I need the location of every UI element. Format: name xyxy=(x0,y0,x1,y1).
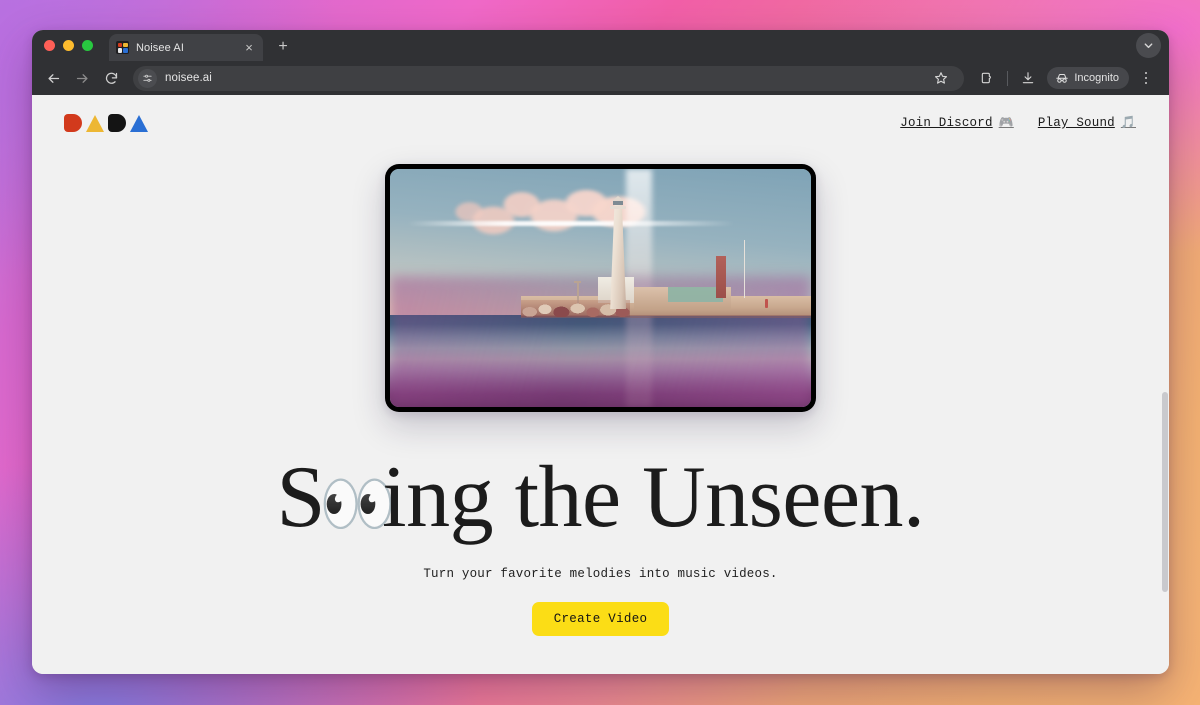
toolbar-divider xyxy=(1007,70,1009,86)
page-scrollbar[interactable] xyxy=(1160,95,1169,674)
music-note-icon: 🎵 xyxy=(1120,116,1136,130)
headline-suffix: ing the Unseen. xyxy=(382,449,925,546)
nav-link-play-sound[interactable]: Play Sound 🎵 xyxy=(1038,116,1136,130)
new-tab-button[interactable]: + xyxy=(274,39,292,55)
logo-shape-red-halfround xyxy=(64,114,82,132)
browser-tab-strip: Noisee AI × + xyxy=(32,30,1169,61)
bookmark-button[interactable] xyxy=(928,65,954,91)
tune-sliders-icon xyxy=(143,74,152,82)
eyes-icon: 👀 xyxy=(318,467,396,540)
discord-icon: 🎮 xyxy=(998,116,1014,130)
extensions-button[interactable] xyxy=(974,65,1000,91)
extensions-icon xyxy=(982,72,992,84)
download-icon xyxy=(1023,72,1034,84)
reload-icon xyxy=(105,72,118,84)
site-header: Join Discord 🎮 Play Sound 🎵 xyxy=(32,95,1169,151)
incognito-indicator[interactable]: Incognito xyxy=(1047,67,1129,89)
nav-link-join-discord-label: Join Discord xyxy=(900,116,993,130)
hero-video-canvas xyxy=(390,169,811,407)
star-icon xyxy=(935,72,948,84)
nav-link-play-sound-label: Play Sound xyxy=(1037,116,1115,130)
back-arrow-icon xyxy=(48,73,60,83)
scene-lighthouse-lamp xyxy=(610,196,627,210)
logo-shape-yellow-triangle xyxy=(86,114,104,132)
browser-tab-noisee-ai[interactable]: Noisee AI × xyxy=(109,34,263,61)
incognito-hat-icon xyxy=(1056,73,1069,83)
window-traffic-lights xyxy=(44,30,109,61)
noisee-favicon-icon xyxy=(116,41,129,54)
browser-window: Noisee AI × + noisee.ai Incognito Join D… xyxy=(32,30,1169,674)
back-button[interactable] xyxy=(40,65,67,92)
forward-arrow-icon xyxy=(76,73,88,83)
scene-mast xyxy=(743,239,746,298)
hero-media-wrapper xyxy=(32,164,1169,412)
headline-prefix: S xyxy=(276,449,325,546)
window-close-button[interactable] xyxy=(44,40,55,51)
tab-close-icon[interactable]: × xyxy=(242,41,256,54)
site-settings-icon[interactable] xyxy=(138,68,157,88)
browser-toolbar: noisee.ai Incognito xyxy=(32,61,1169,95)
downloads-button[interactable] xyxy=(1015,65,1041,91)
cta-wrapper: Create Video xyxy=(32,602,1169,636)
chevron-down-icon xyxy=(1144,43,1153,49)
tab-search-button[interactable] xyxy=(1136,33,1161,58)
tab-title: Noisee AI xyxy=(136,41,184,54)
hero-video-player[interactable] xyxy=(385,164,816,412)
address-bar[interactable]: noisee.ai xyxy=(133,65,965,91)
page-scrollbar-thumb[interactable] xyxy=(1161,392,1168,592)
page-title: S👀ing the Unseen. xyxy=(32,454,1169,542)
lamp-gallery xyxy=(610,206,627,210)
noisee-logo[interactable] xyxy=(64,114,148,132)
window-maximize-button[interactable] xyxy=(82,40,93,51)
incognito-label: Incognito xyxy=(1074,72,1119,84)
page-content: Join Discord 🎮 Play Sound 🎵 S👀ing the Un… xyxy=(32,95,1169,674)
three-dot-menu-icon xyxy=(1144,71,1148,85)
scene-buoy xyxy=(764,299,768,309)
page-subtitle: Turn your favorite melodies into music v… xyxy=(423,567,778,581)
reload-button[interactable] xyxy=(98,65,125,92)
scene-building-teal xyxy=(667,287,723,303)
create-video-button[interactable]: Create Video xyxy=(531,602,670,636)
logo-shape-black-halfround xyxy=(108,114,126,132)
scene-chimney xyxy=(716,255,727,298)
lamp-glass xyxy=(613,201,624,206)
site-nav: Join Discord 🎮 Play Sound 🎵 xyxy=(900,116,1136,130)
omnibox-actions xyxy=(928,65,954,91)
window-minimize-button[interactable] xyxy=(63,40,74,51)
forward-button[interactable] xyxy=(69,65,96,92)
browser-menu-button[interactable] xyxy=(1133,65,1159,91)
logo-shape-blue-triangle xyxy=(130,114,148,132)
address-bar-url: noisee.ai xyxy=(165,72,212,84)
scene-wave-streak xyxy=(406,221,736,227)
nav-link-join-discord[interactable]: Join Discord 🎮 xyxy=(900,116,1014,130)
